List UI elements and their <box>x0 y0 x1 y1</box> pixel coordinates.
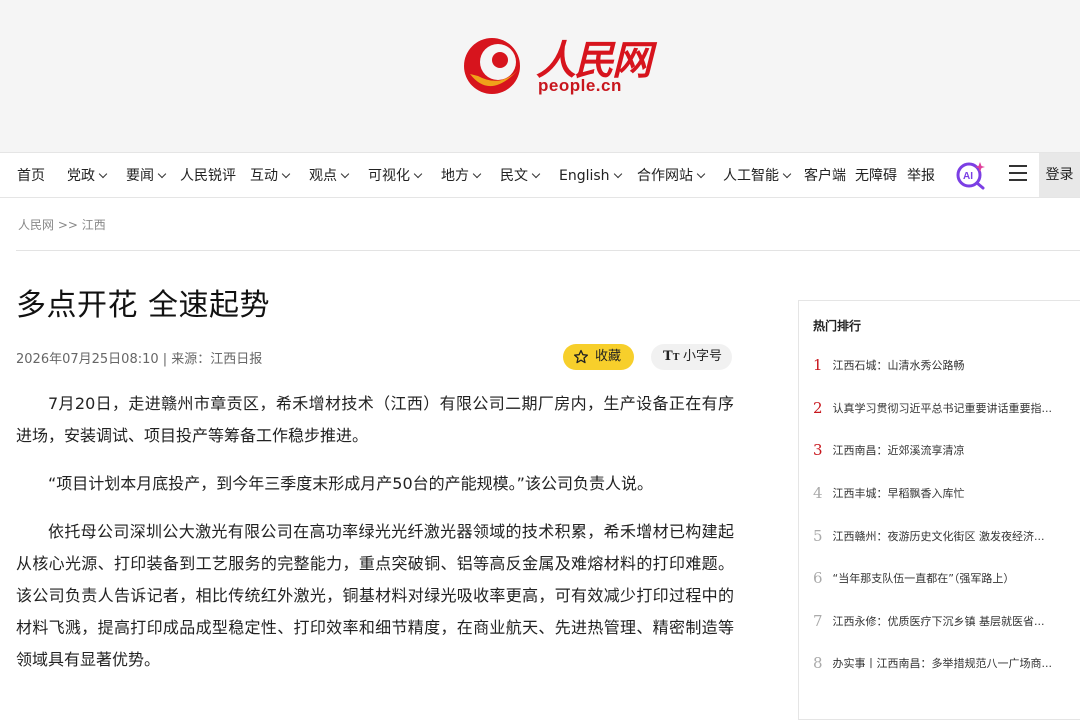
hot-ranking-title: 热门排行 <box>813 319 862 333</box>
nav-item-english[interactable]: English <box>559 153 622 199</box>
divider <box>16 250 1080 251</box>
font-size-button[interactable]: TT 小字号 <box>651 344 732 370</box>
article-paragraph: “项目计划本月底投产，到今年三季度末形成月产50台的产能规模。”该公司负责人说。 <box>48 474 653 493</box>
chevron-down-icon <box>782 169 792 179</box>
ai-search-icon[interactable]: AI <box>955 160 987 190</box>
article-paragraph: 依托母公司深圳公大激光有限公司在高功率绿光光纤激光器领域的技术积累，希禾增材已构… <box>16 522 734 669</box>
chevron-down-icon <box>340 169 350 179</box>
list-item[interactable]: 7 江西永修：优质医疗下沉乡镇 基层就医省... <box>813 612 1073 632</box>
font-size-label: 小字号 <box>683 349 723 364</box>
favorite-button[interactable]: 收藏 <box>563 344 634 370</box>
list-item[interactable]: 2 认真学习贯彻习近平总书记重要讲话重要指... <box>813 399 1073 419</box>
rank-number: 3 <box>813 441 823 459</box>
nav-item-partners[interactable]: 合作网站 <box>637 153 706 199</box>
chevron-down-icon <box>472 169 482 179</box>
list-item[interactable]: 6 “当年那支队伍一直都在”（强军路上） <box>813 569 1073 589</box>
rank-title: 江西南昌：近郊溪流享清凉 <box>832 444 965 457</box>
article-title: 多点开花 全速起势 <box>16 288 271 323</box>
nav-item-visual[interactable]: 可视化 <box>368 153 423 199</box>
chevron-down-icon <box>531 169 541 179</box>
nav-item-party[interactable]: 党政 <box>67 153 108 199</box>
chevron-down-icon <box>98 169 108 179</box>
logo-english-text: people.cn <box>538 76 622 95</box>
favorite-label: 收藏 <box>595 349 622 364</box>
hamburger-menu-icon[interactable] <box>1009 165 1027 181</box>
rank-number: 7 <box>813 612 823 630</box>
rank-number: 4 <box>813 484 823 502</box>
rank-number: 1 <box>813 356 823 374</box>
list-item[interactable]: 1 江西石城：山清水秀公路畅 <box>813 356 1073 376</box>
list-item[interactable]: 5 江西赣州：夜游历史文化街区 激发夜经济... <box>813 527 1073 547</box>
article-body: 7月20日，走进赣州市章贡区，希禾增材技术（江西）有限公司二期厂房内，生产设备正… <box>16 388 734 692</box>
list-item[interactable]: 8 办实事丨江西南昌：多举措规范八一广场商... <box>813 654 1073 674</box>
nav-item-accessibility[interactable]: 无障碍 <box>855 153 897 199</box>
rank-number: 2 <box>813 399 823 417</box>
rank-title: 江西石城：山清水秀公路畅 <box>832 359 965 372</box>
breadcrumb[interactable]: 人民网 >> 江西 <box>18 216 106 233</box>
svg-text:AI: AI <box>963 171 973 182</box>
rank-title: 办实事丨江西南昌：多举措规范八一广场商... <box>832 657 1053 670</box>
chevron-down-icon <box>613 169 622 179</box>
nav-item-app[interactable]: 客户端 <box>804 153 846 199</box>
font-size-icon: TT <box>663 349 680 364</box>
rank-number: 8 <box>813 654 823 672</box>
nav-item-ethnic[interactable]: 民文 <box>500 153 541 199</box>
article-paragraph: 7月20日，走进赣州市章贡区，希禾增材技术（江西）有限公司二期厂房内，生产设备正… <box>16 394 734 445</box>
rank-title: 江西丰城：早稻飘香入库忙 <box>832 487 965 500</box>
nav-item-report[interactable]: 举报 <box>907 153 935 199</box>
rank-title: “当年那支队伍一直都在”（强军路上） <box>832 572 1015 585</box>
chevron-down-icon <box>413 169 423 179</box>
list-item[interactable]: 4 江西丰城：早稻飘香入库忙 <box>813 484 1073 504</box>
nav-item-interact[interactable]: 互动 <box>250 153 291 199</box>
nav-item-local[interactable]: 地方 <box>441 153 482 199</box>
rank-number: 6 <box>813 569 823 587</box>
chevron-down-icon <box>696 169 706 179</box>
rank-number: 5 <box>813 527 823 545</box>
list-item[interactable]: 3 江西南昌：近郊溪流享清凉 <box>813 441 1073 461</box>
rank-title: 江西永修：优质医疗下沉乡镇 基层就医省... <box>832 615 1045 628</box>
article-meta: 2026年07月25日08:10 | 来源：江西日报 <box>16 352 263 367</box>
star-icon <box>573 349 589 364</box>
nav-item-opinion[interactable]: 观点 <box>309 153 350 199</box>
nav-item-news[interactable]: 要闻 <box>126 153 167 199</box>
hot-ranking-panel: 热门排行 1 江西石城：山清水秀公路畅 2 认真学习贯彻习近平总书记重要讲话重要… <box>798 300 1080 720</box>
nav-item-commentary[interactable]: 人民锐评 <box>180 153 236 199</box>
nav-item-home[interactable]: 首页 <box>17 153 45 199</box>
login-button[interactable]: 登录 <box>1039 153 1080 197</box>
chevron-down-icon <box>157 169 167 179</box>
rank-title: 认真学习贯彻习近平总书记重要讲话重要指... <box>832 402 1053 415</box>
nav-item-ai[interactable]: 人工智能 <box>723 153 792 199</box>
rank-title: 江西赣州：夜游历史文化街区 激发夜经济... <box>832 530 1045 543</box>
chevron-down-icon <box>281 169 291 179</box>
